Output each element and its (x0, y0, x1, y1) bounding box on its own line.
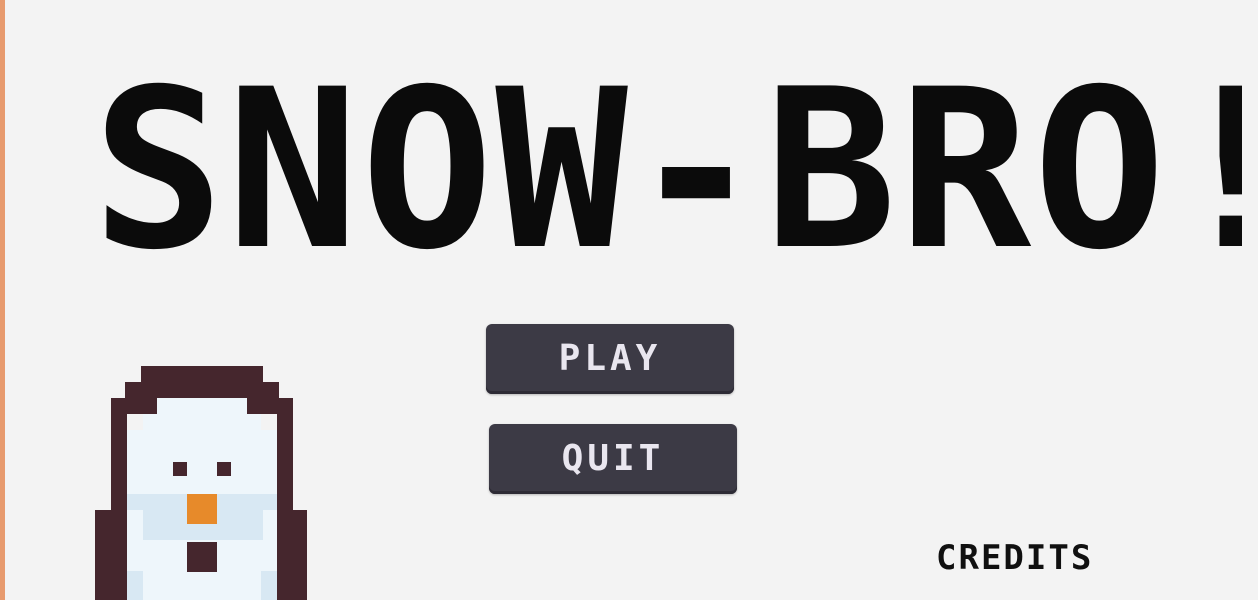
play-button[interactable]: PLAY (486, 324, 734, 394)
quit-button[interactable]: QUIT (489, 424, 737, 494)
left-edge-strip (0, 0, 5, 600)
credits-button[interactable]: CREDITS (936, 536, 1164, 580)
snowman-sprite (95, 366, 307, 600)
game-title: SNOW-BRO! (92, 70, 1242, 270)
